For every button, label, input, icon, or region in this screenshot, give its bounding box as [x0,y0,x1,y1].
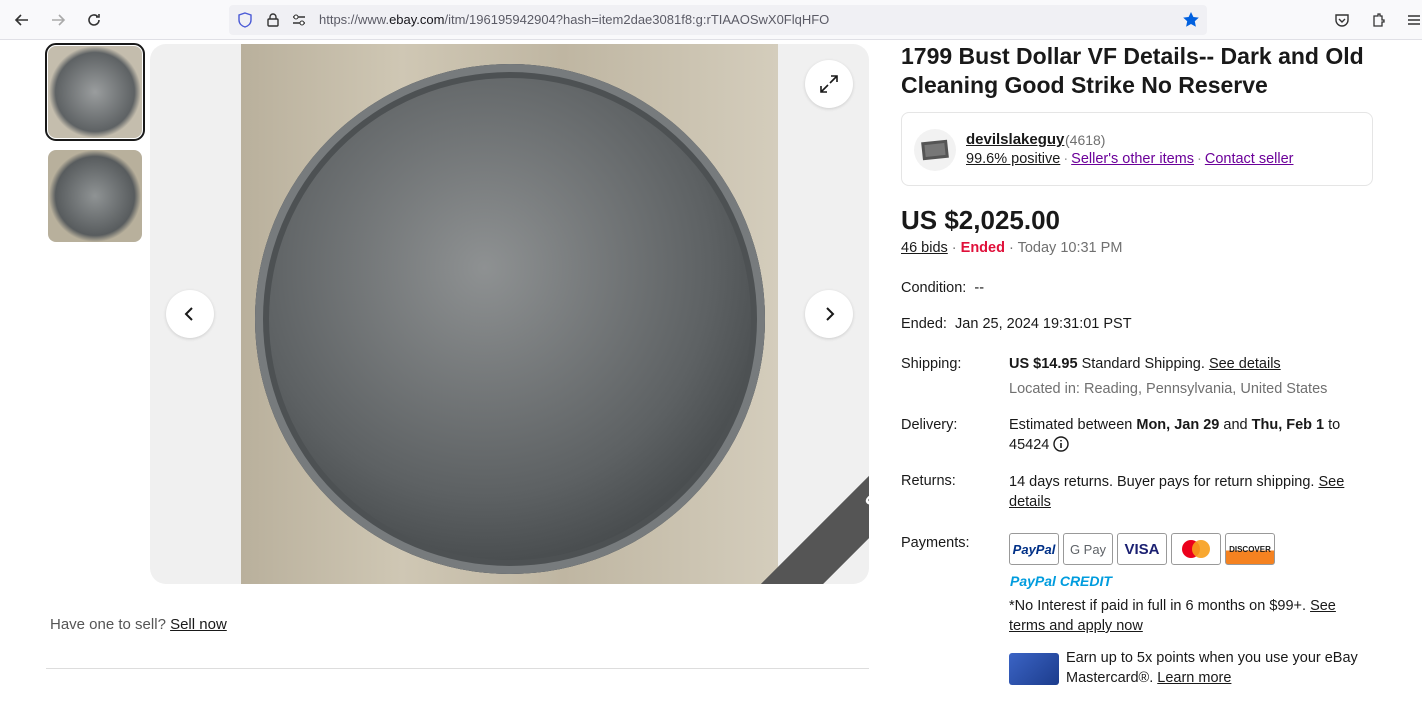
forward-icon[interactable] [46,8,70,32]
chevron-right-icon [826,307,835,321]
status-ended: Ended [960,240,1005,256]
shipping-label: Shipping: [901,356,962,372]
info-icon[interactable] [1053,436,1070,452]
price: US $2,025.00 [901,205,1061,235]
sell-now-link[interactable]: Sell now [170,616,227,633]
payments-label: Payments: [901,535,970,551]
seller-avatar[interactable] [914,129,956,171]
chevron-left-icon [184,307,193,321]
coin-photo [241,44,778,584]
visa-badge: VISA [1117,533,1167,565]
address-bar[interactable]: https://www.ebay.com/itm/196195942904?ha… [229,5,1207,35]
seller-feedback-count: (4618) [1065,132,1106,148]
browser-toolbar: https://www.ebay.com/itm/196195942904?ha… [0,0,1422,40]
ended-value: Jan 25, 2024 19:31:01 PST [955,316,1132,332]
pocket-icon[interactable] [1330,8,1354,32]
lock-icon[interactable] [261,8,285,32]
shipping-value: US $14.95 Standard Shipping. See details [1009,356,1281,372]
next-image-button[interactable] [805,290,853,338]
returns-value: 14 days returns. Buyer pays for return s… [1009,474,1345,510]
main-image-viewer[interactable]: SOLD [150,44,869,584]
back-icon[interactable] [10,8,34,32]
paypal-badge: PayPal [1009,533,1059,565]
divider [46,668,869,669]
seller-card: devilslakeguy (4618) 99.6% positive · Sell… [901,112,1373,186]
delivery-label: Delivery: [901,417,958,433]
discover-badge: DISCOVER [1225,533,1275,565]
paypal-credit-offer: *No Interest if paid in full in 6 months… [1009,598,1336,634]
thumbnail-reverse[interactable] [48,150,142,242]
ended-row: Ended: Jan 25, 2024 19:31:01 PST [901,316,1132,332]
extensions-icon[interactable] [1366,8,1390,32]
sell-prompt: Have one to sell? Sell now [50,616,227,633]
delivery-value: Estimated between Mon, Jan 29 and Thu, F… [1009,417,1341,453]
thumbnail-obverse[interactable] [45,43,145,141]
learn-more-link[interactable]: Learn more [1157,670,1231,686]
tracking-shield-icon[interactable] [233,8,257,32]
listing-title: 1799 Bust Dollar VF Details-- Dark and O… [901,43,1364,98]
seller-positive-link[interactable]: 99.6% positive [966,151,1060,167]
permissions-icon[interactable] [287,8,311,32]
mastercard-badge [1171,533,1221,565]
menu-icon[interactable] [1402,8,1422,32]
bids-status-line: 46 bids · Ended · Today 10:31 PM [901,240,1123,256]
reload-icon[interactable] [82,8,106,32]
condition-row: Condition: -- [901,280,985,296]
expand-icon [820,75,838,93]
ebay-mastercard-icon [1009,653,1059,685]
contact-seller-link[interactable]: Contact seller [1205,151,1294,167]
seller-other-items-link[interactable]: Seller's other items [1071,151,1194,167]
paypal-credit-logo: PayPal CREDIT [1010,573,1112,589]
prev-image-button[interactable] [166,290,214,338]
url-text[interactable]: https://www.ebay.com/itm/196195942904?ha… [319,12,829,27]
mastercard-offer: Earn up to 5x points when you use your e… [1066,650,1358,686]
seller-name-link[interactable]: devilslakeguy [966,131,1064,148]
gpay-badge: G Pay [1063,533,1113,565]
shipping-details-link[interactable]: See details [1209,356,1281,372]
condition-value: -- [974,280,985,296]
bids-link[interactable]: 46 bids [901,240,948,256]
fullscreen-button[interactable] [805,60,853,108]
returns-label: Returns: [901,473,956,489]
ended-time: Today 10:31 PM [1017,240,1123,256]
item-location: Located in: Reading, Pennsylvania, Unite… [1009,381,1328,397]
payment-badges: PayPal G Pay VISA DISCOVER [1009,533,1275,565]
coin-image [255,64,765,574]
bookmark-star-icon[interactable] [1179,8,1203,32]
